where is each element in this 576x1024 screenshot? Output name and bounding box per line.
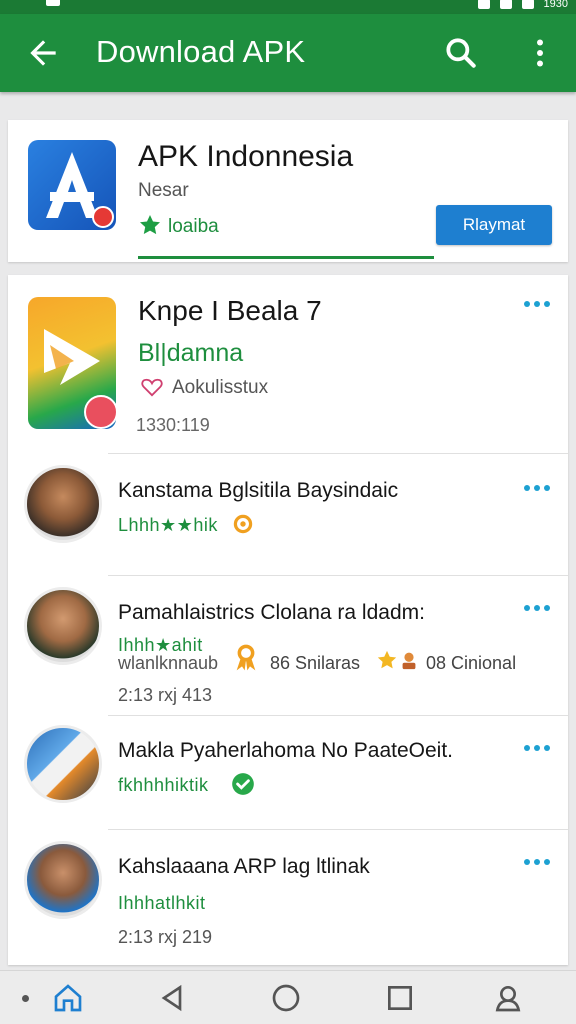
home-circle-icon[interactable] — [270, 982, 302, 1014]
notification-icon — [46, 0, 60, 6]
star-icon — [377, 650, 397, 669]
back-triangle-icon[interactable] — [156, 982, 188, 1014]
item-count: 86 Snilaras — [270, 653, 361, 673]
page-title: Download APK — [96, 34, 306, 69]
divider — [108, 575, 568, 576]
verified-badge-icon — [232, 773, 254, 795]
divider — [108, 715, 568, 716]
indicator-dot — [22, 995, 29, 1002]
item-title: Kanstama Bglsitila Baysindaic — [118, 479, 399, 502]
wifi-icon — [477, 0, 490, 9]
notification-badge — [92, 206, 114, 228]
item-subtitle: wlanlknnaub — [118, 653, 219, 673]
app-icon — [28, 140, 116, 230]
item-title: Kahslaaana ARP lag ltlinak — [118, 855, 370, 878]
app-title: APK Indonnesia — [138, 140, 354, 173]
item-rating: Lhhh★★hik — [118, 515, 218, 535]
avatar — [24, 841, 102, 919]
detail-title: Knpe I Beala 7 — [138, 295, 322, 326]
more-vert-icon[interactable] — [522, 34, 558, 72]
featured-app-icon — [28, 297, 116, 429]
item-title: Pamahlaistrics Clolana ra ldadm: — [118, 601, 425, 624]
play-arrow-icon — [44, 329, 100, 385]
divider — [108, 829, 568, 830]
heart-icon — [141, 378, 163, 397]
list-item[interactable]: Makla Pyaherlahoma No PaateOeit. fkhhhhi… — [8, 719, 568, 829]
list-item[interactable]: Kanstama Bglsitila Baysindaic Lhhh★★hik — [8, 457, 568, 575]
item-rating: fkhhhhiktik — [118, 775, 209, 795]
more-options-button[interactable] — [524, 603, 552, 613]
arrow-back-icon[interactable] — [24, 34, 62, 72]
app-thumbnail — [24, 725, 102, 803]
detail-status: Bl|damna — [138, 339, 244, 367]
account-icon[interactable] — [492, 982, 524, 1014]
app-badge — [84, 395, 116, 429]
user-icon — [402, 652, 416, 670]
list-item[interactable]: Kahslaaana ARP lag ltlinak Ihhhatlhkit 2… — [8, 833, 568, 963]
download-progress — [138, 256, 434, 259]
battery-icon — [521, 0, 534, 9]
more-options-button[interactable] — [524, 299, 552, 309]
avatar — [24, 465, 102, 543]
more-options-button[interactable] — [524, 857, 552, 867]
app-rating: loaiba — [168, 216, 219, 237]
search-icon[interactable] — [442, 34, 480, 72]
bottom-navigation — [0, 970, 576, 1024]
detail-date: 1330:119 — [136, 415, 210, 435]
divider — [108, 453, 568, 454]
app-list-card: Knpe I Beala 7 Bl|damna Aokulisstux 1330… — [8, 275, 568, 965]
status-bar: 1930 — [0, 0, 576, 14]
home-icon[interactable] — [52, 982, 84, 1014]
settings-badge-icon — [233, 514, 253, 534]
download-progress-fill — [138, 256, 301, 259]
install-button[interactable]: Rlaymat — [436, 205, 552, 245]
list-item[interactable]: Pamahlaistrics Clolana ra ldadm: Ihhh★ah… — [8, 579, 568, 715]
item-date: 2:13 rxj 219 — [118, 927, 213, 947]
item-title: Makla Pyaherlahoma No PaateOeit. — [118, 739, 454, 762]
status-time: 1930 — [543, 0, 568, 10]
avatar — [24, 587, 102, 665]
recents-square-icon[interactable] — [384, 982, 416, 1014]
more-options-button[interactable] — [524, 743, 552, 753]
more-options-button[interactable] — [524, 483, 552, 493]
star-icon — [140, 215, 160, 235]
signal-icon — [499, 0, 512, 9]
detail-subtitle: Aokulisstux — [172, 377, 269, 398]
item-rating: Ihhhatlhkit — [118, 893, 206, 913]
item-date: 2:13 rxj 413 — [118, 685, 213, 705]
app-subtitle: Nesar — [138, 180, 189, 201]
app-bar: Download APK — [0, 14, 576, 92]
ribbon-icon — [236, 644, 256, 671]
item-count-2: 08 Cinional — [426, 653, 517, 673]
featured-app-card[interactable]: APK Indonnesia Nesar loaiba Rlaymat — [8, 120, 568, 262]
